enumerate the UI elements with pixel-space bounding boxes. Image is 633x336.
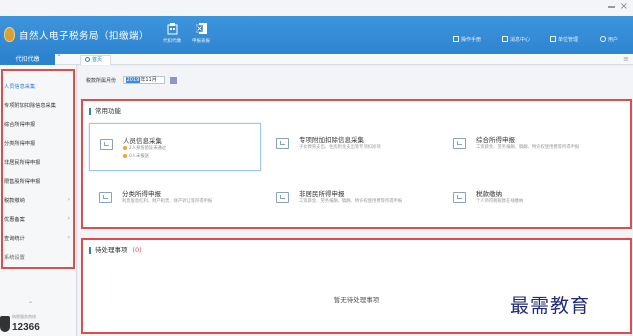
period-label: 税款所属月份 <box>86 77 117 84</box>
func-desc: 子女教育支出、住房租金支出等专项扣除项 <box>299 145 381 150</box>
tab-menu-icon[interactable]: ≡ <box>623 54 629 65</box>
header-tool-label: 申报表报 <box>192 39 210 44</box>
sidebar-item-classified-income[interactable]: 分类所得申报 <box>4 140 70 147</box>
period-year: 2019 <box>125 77 141 83</box>
sidebar-item-restricted-shares[interactable]: 限售股所得申报 <box>4 178 70 185</box>
period-month: 年11月 <box>140 77 157 83</box>
user-icon <box>600 36 606 42</box>
warning-dot-icon <box>123 145 127 150</box>
header-link-unit[interactable]: 单位管理 <box>550 36 578 43</box>
func-title: 专项附加扣除信息采集 <box>299 136 364 144</box>
calendar-icon[interactable] <box>170 76 178 84</box>
func-title: 税款缴纳 <box>476 190 502 198</box>
excel-icon <box>195 23 207 34</box>
header-tool-report[interactable]: 申报表报 <box>181 22 221 44</box>
pay-icon <box>453 192 466 203</box>
sidebar-item-query-stats[interactable]: 查询统计 › <box>4 234 70 242</box>
doc-icon <box>453 138 466 149</box>
sidebar-item-preferential-filing[interactable]: 优惠备案 › <box>4 215 70 223</box>
phone-icon <box>0 316 10 332</box>
func-desc: 利息股息红利、财产租赁、财产转让等所得申报 <box>122 199 213 204</box>
minimize-icon[interactable] <box>608 6 615 8</box>
hotline-label: 纳税服务热线 <box>12 314 36 319</box>
func-comprehensive-income[interactable]: 综合所得申报 工资薪金、劳务报酬、稿酬、特许权使用费等所得申报 <box>443 123 615 171</box>
sidebar-item-nonresident-income[interactable]: 非居民所得申报 <box>4 159 70 166</box>
func-status-line: 2人身份验证未通过 <box>123 145 166 151</box>
pending-items-panel: 待处理事项 (0) 暂无待处理事项 <box>81 238 632 334</box>
func-nonresident-income[interactable]: 非居民所得申报 工资薪金、劳务报酬、稿酬、特许权使用费等所得申报 <box>266 177 438 225</box>
func-desc: 个人所得税税款在线缴纳 <box>476 199 524 204</box>
func-title: 非居民所得申报 <box>299 190 345 198</box>
chevron-right-icon: › <box>67 196 70 203</box>
func-desc: 工资薪金、劳务报酬、稿酬、特许权使用费等所得申报 <box>476 145 580 150</box>
func-title: 人员信息采集 <box>123 137 162 145</box>
func-classified-income[interactable]: 分类所得申报 利息股息红利、财产租赁、财产转让等所得申报 <box>89 177 261 225</box>
sidebar-item-settings[interactable]: 系统设置 <box>4 254 70 261</box>
edit-icon <box>276 192 289 203</box>
func-title: 分类所得申报 <box>122 190 161 198</box>
watermark: 最需教育 <box>510 295 591 317</box>
sidebar: 人员信息采集 专项附加扣除信息采集 综合所得申报 分类所得申报 非居民所得申报 … <box>0 65 77 336</box>
window-top-strip: × <box>0 0 633 16</box>
tax-emblem-icon <box>4 27 15 42</box>
tab-home[interactable]: 首页 <box>80 55 112 65</box>
pending-items-title: 待处理事项 (0) <box>89 247 142 254</box>
sidebar-item-comprehensive-income[interactable]: 综合所得申报 <box>4 121 70 128</box>
sidebar-header: 代扣代缴 <box>0 54 55 65</box>
edit-icon <box>99 192 112 203</box>
message-icon <box>502 36 508 42</box>
chevron-right-icon: › <box>67 234 70 241</box>
func-person-info[interactable]: 人员信息采集 2人身份验证未通过 0人未报送 <box>89 123 261 171</box>
header-link-messages[interactable]: 消息中心 <box>502 36 530 43</box>
pending-count: (0) <box>132 246 142 254</box>
func-tax-payment[interactable]: 税款缴纳 个人所得税税款在线缴纳 <box>443 177 615 225</box>
building-icon <box>167 23 177 35</box>
unit-icon <box>550 36 556 42</box>
app-header: 自然人电子税务局（扣缴端） 代扣代缴 申报表报 操作手册 消息中心 单位管理 用… <box>0 16 633 54</box>
func-title: 综合所得申报 <box>476 136 515 144</box>
sidebar-item-special-deduction[interactable]: 专项附加扣除信息采集 <box>4 102 70 109</box>
header-link-user[interactable]: 用户 <box>600 36 618 43</box>
home-icon <box>85 57 90 62</box>
manual-icon <box>453 36 459 42</box>
period-input[interactable]: 2019年11月 <box>122 76 165 84</box>
func-desc: 工资薪金、劳务报酬、稿酬、特许权使用费等所得申报 <box>299 199 403 204</box>
hotline-area: ⌄ 纳税服务热线 12366 <box>0 298 76 336</box>
func-status-line: 0人未报送 <box>123 153 149 159</box>
chevron-right-icon: › <box>67 215 70 222</box>
person-card-icon <box>100 139 113 150</box>
header-link-manual[interactable]: 操作手册 <box>453 36 481 43</box>
sidebar-item-person-info[interactable]: 人员信息采集 <box>4 83 70 90</box>
common-functions-panel: 常用功能 人员信息采集 2人身份验证未通过 0人未报送 专项附加扣除信息采集 子… <box>81 99 632 229</box>
tab-bar: 代扣代缴 ⌄ 首页 ≡ <box>0 50 633 65</box>
common-functions-title: 常用功能 <box>89 108 121 115</box>
hotline-number: 12366 <box>12 322 40 333</box>
id-card-icon <box>276 138 289 149</box>
collapse-icon[interactable]: ⌄ <box>56 50 62 58</box>
app-title: 自然人电子税务局（扣缴端） <box>19 31 150 42</box>
chevron-down-icon[interactable]: ⌄ <box>28 298 33 305</box>
warning-dot-icon <box>123 153 127 158</box>
func-special-deduction[interactable]: 专项附加扣除信息采集 子女教育支出、住房租金支出等专项扣除项 <box>266 123 438 171</box>
close-icon[interactable]: × <box>620 1 628 13</box>
period-row: 税款所属月份 2019年11月 <box>86 76 178 84</box>
sidebar-item-tax-payment[interactable]: 税款缴纳 › <box>4 196 70 204</box>
